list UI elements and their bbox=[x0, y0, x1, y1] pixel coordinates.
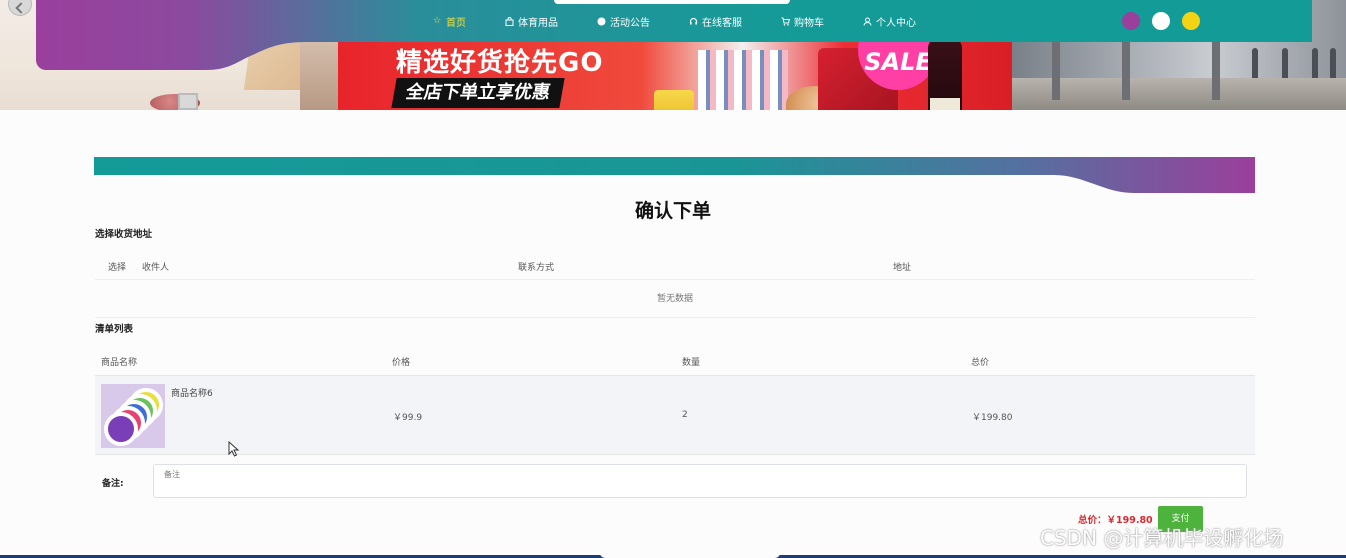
column-header-select: 选择 bbox=[108, 263, 127, 273]
nav-item-label: 在线客服 bbox=[702, 17, 742, 29]
product-quantity: 2 bbox=[682, 410, 688, 420]
column-header-recipient: 收件人 bbox=[142, 263, 170, 273]
address-table: 选择 收件人 联系方式 地址 暂无数据 bbox=[95, 250, 1255, 318]
column-header-address: 地址 bbox=[893, 263, 912, 273]
nav-item-label: 体育用品 bbox=[518, 17, 558, 29]
user-icon bbox=[862, 16, 872, 26]
column-header-contact: 联系方式 bbox=[518, 263, 555, 273]
remark-textarea[interactable] bbox=[153, 464, 1247, 498]
product-total: ￥199.80 bbox=[972, 413, 1013, 423]
nav-item-label: 购物车 bbox=[794, 17, 824, 29]
column-header-total: 总价 bbox=[971, 358, 990, 368]
headset-icon bbox=[688, 16, 698, 26]
column-header-quantity: 数量 bbox=[682, 358, 701, 368]
nav-menu: ☆ 首页 体育用品 活动公告 在线客服 购物车 个人中心 bbox=[432, 12, 954, 30]
order-table-header: 商品名称 价格 数量 总价 bbox=[95, 345, 1255, 375]
cart-icon bbox=[780, 16, 790, 26]
theme-white-button[interactable] bbox=[1152, 12, 1170, 30]
dot-icon bbox=[596, 16, 606, 26]
page-title: 确认下单 bbox=[634, 200, 711, 222]
nav-item-label: 首页 bbox=[446, 17, 466, 29]
nav-item-home[interactable]: ☆ 首页 bbox=[432, 12, 466, 30]
product-price: ￥99.9 bbox=[393, 413, 423, 423]
column-header-price: 价格 bbox=[392, 358, 411, 368]
star-icon: ☆ bbox=[432, 15, 442, 26]
theme-yellow-button[interactable] bbox=[1182, 12, 1200, 30]
order-table: 商品名称 价格 数量 总价 商品名称6 ￥99.9 2 ￥199.80 bbox=[95, 345, 1255, 455]
empty-state-text: 暂无数据 bbox=[95, 280, 1255, 318]
nav-item-label: 个人中心 bbox=[876, 17, 916, 29]
table-row: 商品名称6 ￥99.9 2 ￥199.80 bbox=[95, 375, 1255, 455]
promo-subline: 全店下单立享优惠 bbox=[391, 78, 565, 108]
nav-item-online-service[interactable]: 在线客服 bbox=[688, 12, 742, 30]
remark-label: 备注: bbox=[102, 479, 124, 489]
bag-icon bbox=[504, 16, 514, 26]
watermark-text: CSDN @计算机毕设孵化场 bbox=[1040, 526, 1284, 550]
address-table-header: 选择 收件人 联系方式 地址 bbox=[95, 250, 1255, 280]
nav-item-announcements[interactable]: 活动公告 bbox=[596, 12, 650, 30]
column-header-product: 商品名称 bbox=[101, 358, 138, 368]
nav-item-label: 活动公告 bbox=[610, 17, 650, 29]
product-name: 商品名称6 bbox=[171, 389, 213, 399]
theme-switcher bbox=[1122, 12, 1200, 30]
order-section-title: 清单列表 bbox=[95, 324, 134, 335]
nav-item-profile[interactable]: 个人中心 bbox=[862, 12, 916, 30]
section-header-bar bbox=[94, 157, 1255, 193]
top-navigation: ☆ 首页 体育用品 活动公告 在线客服 购物车 个人中心 bbox=[36, 0, 1312, 70]
nav-item-cart[interactable]: 购物车 bbox=[780, 12, 824, 30]
address-section-title: 选择收货地址 bbox=[95, 229, 153, 240]
theme-purple-button[interactable] bbox=[1122, 12, 1140, 30]
nav-item-sports-goods[interactable]: 体育用品 bbox=[504, 12, 558, 30]
product-thumbnail[interactable] bbox=[101, 384, 165, 448]
